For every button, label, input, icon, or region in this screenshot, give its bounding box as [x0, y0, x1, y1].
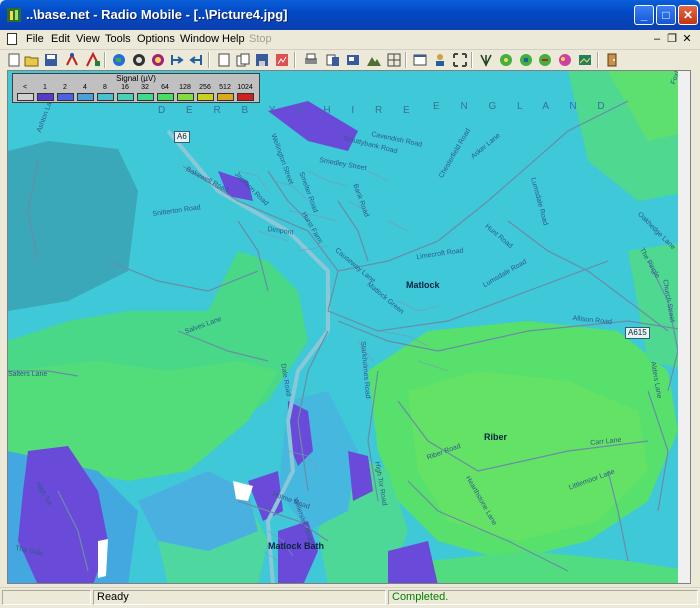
maximize-button[interactable]: □ [656, 5, 676, 25]
mdi-restore-icon[interactable]: ❐ [665, 33, 679, 46]
map-properties-icon[interactable] [345, 52, 361, 68]
mdi-minimize-icon[interactable]: – [650, 33, 664, 46]
status-completed: Completed. [388, 590, 698, 605]
legend-swatch [177, 93, 194, 101]
merge-pictures-icon[interactable] [325, 52, 341, 68]
legend-value: < [22, 84, 28, 91]
menu-tools[interactable]: Tools [105, 33, 131, 45]
status-cell-empty [2, 590, 91, 605]
legend-swatch [97, 93, 114, 101]
unit-properties-icon[interactable] [85, 52, 101, 68]
toolbar-separator [104, 52, 106, 68]
app-icon [7, 8, 21, 22]
exit-icon[interactable] [604, 52, 620, 68]
toolbar-separator [208, 52, 210, 68]
region-label-england: E N G L A N D [433, 101, 614, 112]
visual-coverage-icon[interactable] [577, 52, 593, 68]
legend-value: 1024 [237, 84, 253, 91]
single-polar-coverage-icon[interactable] [498, 52, 514, 68]
globe-icon[interactable] [111, 52, 127, 68]
close-button[interactable]: ✕ [678, 5, 698, 25]
road-sign-a6: A6 [174, 131, 190, 143]
legend-swatch [237, 93, 254, 101]
toolbar-separator [597, 52, 599, 68]
road-label: Salters Lane [8, 371, 48, 378]
export-icon[interactable] [254, 52, 270, 68]
close-icon: ✕ [682, 8, 694, 22]
region-label-derbyshire: D E R B Y S H I R E [158, 105, 419, 116]
view-window-icon[interactable] [412, 52, 428, 68]
mdi-close-icon[interactable]: ✕ [680, 33, 694, 46]
menu-options[interactable]: Options [137, 33, 175, 45]
road-sign-a615: A615 [625, 327, 650, 339]
draw-icon[interactable] [216, 52, 232, 68]
menu-view[interactable]: View [76, 33, 100, 45]
print-icon[interactable] [303, 52, 319, 68]
title-bar: ..\base.net - Radio Mobile - [..\Picture… [0, 0, 700, 30]
legend-value: 4 [83, 84, 87, 91]
open-icon[interactable] [24, 52, 40, 68]
legend-swatch [37, 93, 54, 101]
legend-swatch [157, 93, 174, 101]
menu-file[interactable]: File [26, 33, 44, 45]
toolbar-separator [294, 52, 296, 68]
legend-value: 8 [103, 84, 107, 91]
radio-link-icon[interactable] [150, 52, 166, 68]
new-icon[interactable] [6, 52, 22, 68]
legend-value: 16 [121, 84, 129, 91]
save-icon[interactable] [43, 52, 59, 68]
legend-swatch [57, 93, 74, 101]
legend-swatch [217, 93, 234, 101]
legend-value: 2 [63, 84, 67, 91]
town-label-matlock-bath: Matlock Bath [268, 541, 325, 551]
legend-title: Signal (µV) [116, 74, 156, 83]
menu-bar: File Edit View Tools Options Window Help… [0, 30, 700, 50]
menu-edit[interactable]: Edit [51, 33, 70, 45]
signal-legend: Signal (µV) <1 2 4 8 16 32 64 128 256 512 1024 [12, 73, 260, 103]
toolbar [0, 50, 700, 70]
minimize-button[interactable]: _ [634, 5, 654, 25]
picture-properties-icon[interactable] [274, 52, 290, 68]
elevation-grid-icon[interactable] [366, 52, 382, 68]
legend-value: 1 [43, 84, 47, 91]
fit-to-window-icon[interactable] [452, 52, 468, 68]
network-properties-icon[interactable] [64, 52, 80, 68]
legend-swatch [17, 93, 34, 101]
legend-swatch [117, 93, 134, 101]
minimize-icon: _ [640, 8, 648, 22]
legend-value: 32 [141, 84, 149, 91]
town-label-matlock: Matlock [406, 280, 440, 290]
unit-icon[interactable] [432, 52, 448, 68]
interference-icon[interactable] [537, 52, 553, 68]
cartesian-plot-icon[interactable] [188, 52, 204, 68]
route-coverage-icon[interactable] [557, 52, 573, 68]
polar-plot-icon[interactable] [169, 52, 185, 68]
maximize-icon: □ [662, 8, 670, 22]
status-ready: Ready [93, 590, 386, 605]
combined-cartesian-coverage-icon[interactable] [518, 52, 534, 68]
coverage-map [8, 71, 690, 583]
antenna-icon[interactable] [478, 52, 494, 68]
menu-help[interactable]: Help [222, 33, 245, 45]
legend-value: 256 [199, 84, 211, 91]
legend-value: 64 [161, 84, 169, 91]
menu-stop: Stop [249, 33, 272, 45]
toolbar-separator [471, 52, 473, 68]
status-bar: Ready Completed. [0, 587, 700, 608]
toolbar-separator [405, 52, 407, 68]
document-icon[interactable] [7, 33, 17, 45]
legend-swatch [197, 93, 214, 101]
legend-value: 128 [179, 84, 191, 91]
map-picture-view[interactable]: D E R B Y S H I R E E N G L A N D Matloc… [7, 70, 691, 584]
legend-value: 512 [219, 84, 231, 91]
legend-swatch [77, 93, 94, 101]
legend-swatch [137, 93, 154, 101]
window-title: ..\base.net - Radio Mobile - [..\Picture… [26, 7, 288, 22]
map-icon[interactable] [131, 52, 147, 68]
vertical-scrollbar[interactable] [678, 71, 690, 583]
town-label-riber: Riber [484, 432, 508, 442]
copy-icon[interactable] [235, 52, 251, 68]
menu-window[interactable]: Window [180, 33, 219, 45]
grid-icon[interactable] [386, 52, 402, 68]
